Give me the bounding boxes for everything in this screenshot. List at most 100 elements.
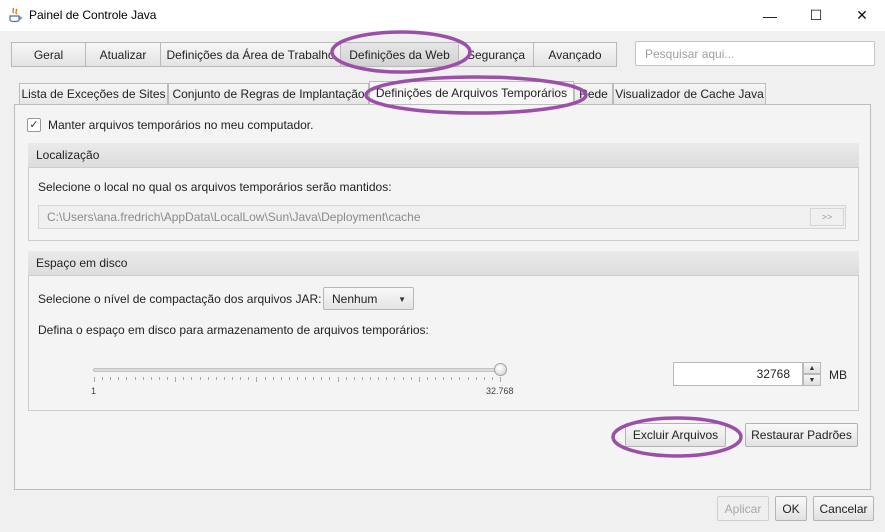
spinner-up-icon[interactable]: ▲ xyxy=(803,362,821,374)
delete-files-button[interactable]: Excluir Arquivos xyxy=(625,423,726,447)
tab-label: Avançado xyxy=(548,47,602,62)
slider-tick xyxy=(142,377,144,380)
tab-geral[interactable]: Geral xyxy=(11,42,85,67)
tab-label: Definições da Web xyxy=(349,47,450,62)
chevron-down-icon: ▼ xyxy=(398,295,406,304)
slider-tick xyxy=(215,377,217,380)
tab-avancado[interactable]: Avançado xyxy=(533,42,617,67)
slider-tick xyxy=(394,377,396,380)
slider-tick xyxy=(167,377,169,380)
subtab-label: Conjunto de Regras de Implantação xyxy=(172,87,365,101)
subtab-conjunto-regras[interactable]: Conjunto de Regras de Implantação xyxy=(168,83,369,104)
disk-space-label: Defina o espaço em disco para armazename… xyxy=(38,323,429,337)
checkmark-icon: ✓ xyxy=(29,118,39,131)
slider-tick xyxy=(500,377,501,382)
jar-compression-label: Selecione o nível de compactação dos arq… xyxy=(38,292,322,306)
subtab-label: Lista de Exceções de Sites xyxy=(21,87,166,101)
tab-seguranca[interactable]: Segurança xyxy=(458,42,533,67)
slider-tick xyxy=(248,377,250,380)
disk-space-header-label: Espaço em disco xyxy=(36,256,128,270)
restore-defaults-button[interactable]: Restaurar Padrões xyxy=(745,423,858,447)
slider-tick xyxy=(150,377,152,380)
close-icon[interactable]: ✕ xyxy=(839,0,885,31)
slider-tick xyxy=(288,377,290,380)
slider-tick xyxy=(256,377,258,382)
cache-path-field: C:\Users\ana.fredrich\AppData\LocalLow\S… xyxy=(38,205,846,229)
slider-tick xyxy=(158,377,160,380)
maximize-icon[interactable]: ☐ xyxy=(793,0,839,31)
disk-space-spinner[interactable] xyxy=(673,362,803,386)
disk-space-slider-thumb[interactable] xyxy=(494,363,507,376)
slider-tick xyxy=(126,377,128,380)
disk-space-slider-track[interactable] xyxy=(93,368,501,372)
slider-tick xyxy=(264,377,266,380)
slider-tick xyxy=(361,377,363,380)
slider-tick xyxy=(94,377,95,382)
subtab-arquivos-temporarios[interactable]: Definições de Arquivos Temporários xyxy=(369,81,574,104)
slider-tick xyxy=(232,377,234,380)
slider-tick xyxy=(118,377,120,380)
location-description: Selecione o local no qual os arquivos te… xyxy=(38,180,392,194)
slider-tick xyxy=(483,377,485,380)
slider-tick xyxy=(313,377,315,380)
keep-temp-checkbox[interactable]: ✓ xyxy=(27,118,41,132)
location-header-label: Localização xyxy=(36,148,100,162)
jar-compression-value: Nenhum xyxy=(332,291,378,306)
slider-tick xyxy=(321,377,323,380)
slider-tick xyxy=(102,377,104,380)
tab-definicoes-area-trabalho[interactable]: Definições da Área de Trabalho xyxy=(160,42,340,67)
slider-tick xyxy=(329,377,331,380)
slider-tick xyxy=(467,377,469,380)
subtab-visualizador-cache[interactable]: Visualizador de Cache Java xyxy=(613,83,766,104)
disk-space-header: Espaço em disco xyxy=(28,251,859,276)
slider-tick xyxy=(402,377,404,380)
tab-label: Geral xyxy=(33,47,64,62)
jar-compression-select[interactable]: Nenhum ▼ xyxy=(323,287,414,310)
slider-tick xyxy=(175,377,177,382)
slider-tick xyxy=(305,377,307,380)
slider-tick xyxy=(110,377,112,380)
slider-tick xyxy=(370,377,372,380)
cancel-button[interactable]: Cancelar xyxy=(813,496,874,521)
slider-tick xyxy=(443,377,445,380)
subtab-rede[interactable]: Rede xyxy=(574,83,613,104)
cache-path-value: C:\Users\ana.fredrich\AppData\LocalLow\S… xyxy=(47,210,421,224)
location-header: Localização xyxy=(28,143,859,168)
slider-tick xyxy=(207,377,209,380)
slider-tick xyxy=(134,377,136,380)
tab-definicoes-web[interactable]: Definições da Web xyxy=(340,42,458,67)
slider-tick xyxy=(426,377,428,380)
browse-button[interactable]: >> xyxy=(810,208,844,226)
tab-label: Segurança xyxy=(466,47,526,62)
slider-tick xyxy=(353,377,355,380)
slider-tick xyxy=(386,377,388,380)
java-icon xyxy=(8,7,22,23)
slider-tick xyxy=(475,377,477,380)
slider-tick xyxy=(435,377,437,380)
slider-max-label: 32.768 xyxy=(486,386,514,396)
slider-tick xyxy=(280,377,282,380)
slider-tick xyxy=(183,377,185,380)
slider-min-label: 1 xyxy=(91,386,97,396)
subtab-label: Definições de Arquivos Temporários xyxy=(375,86,568,100)
subtab-label: Visualizador de Cache Java xyxy=(615,87,764,101)
spinner-down-icon[interactable]: ▼ xyxy=(803,374,821,386)
minimize-icon[interactable]: — xyxy=(747,0,793,31)
slider-tick xyxy=(410,377,412,380)
slider-tick xyxy=(459,377,461,380)
tab-label: Atualizar xyxy=(99,47,147,62)
window-title: Painel de Controle Java xyxy=(29,8,157,22)
slider-tick xyxy=(191,377,193,380)
unit-label: MB xyxy=(829,368,847,382)
slider-tick xyxy=(337,377,339,382)
keep-temp-label: Manter arquivos temporários no meu compu… xyxy=(48,118,314,132)
slider-tick xyxy=(491,377,493,380)
subtab-lista-excecoes[interactable]: Lista de Exceções de Sites xyxy=(19,83,168,104)
tab-atualizar[interactable]: Atualizar xyxy=(85,42,160,67)
slider-tick xyxy=(418,377,420,382)
slider-tick xyxy=(240,377,242,380)
ok-button[interactable]: OK xyxy=(775,496,807,521)
search-input[interactable] xyxy=(635,41,875,66)
slider-tick xyxy=(297,377,298,380)
apply-button[interactable]: Aplicar xyxy=(717,496,769,521)
